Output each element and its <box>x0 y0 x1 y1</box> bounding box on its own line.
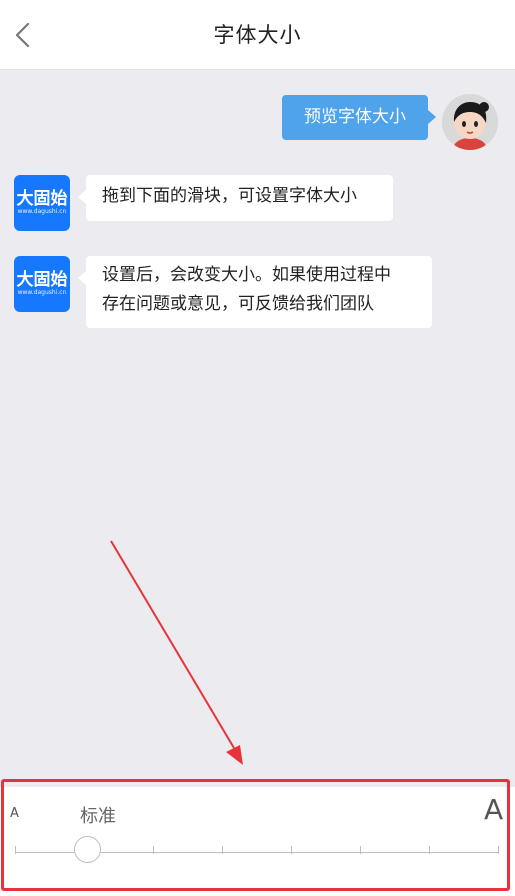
annotation-highlight-box <box>1 779 510 891</box>
annotation-arrow <box>110 540 243 765</box>
